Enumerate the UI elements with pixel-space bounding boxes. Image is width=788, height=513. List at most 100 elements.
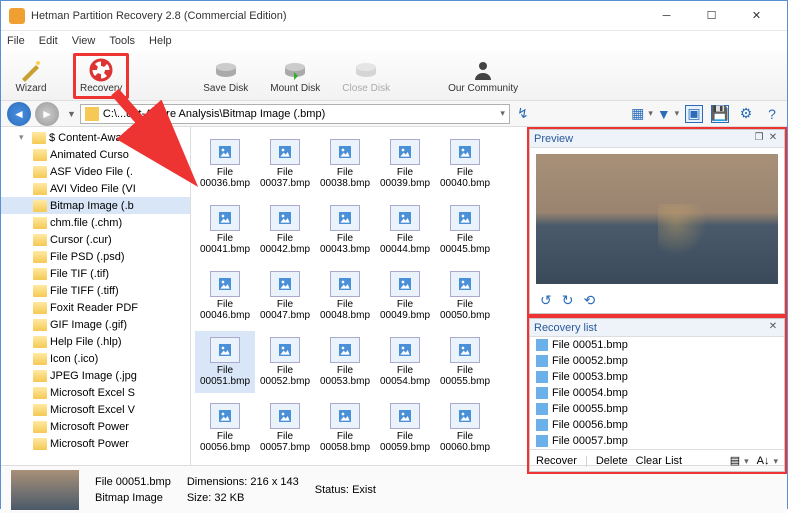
tree-root[interactable]: ▾$ Content-Aware A...: [1, 129, 190, 146]
tree-item[interactable]: Microsoft Excel S: [1, 384, 190, 401]
file-item[interactable]: File00048.bmp: [315, 265, 375, 327]
status-dimensions: 216 x 143: [250, 476, 298, 488]
recovery-list-item[interactable]: File 00052.bmp: [530, 353, 784, 369]
address-input[interactable]: C:\...ent-Aware Analysis\Bitmap Image (.…: [80, 104, 510, 124]
tree-item[interactable]: Bitmap Image (.b: [1, 197, 190, 214]
popout-icon[interactable]: ❐: [752, 132, 766, 146]
refresh-button[interactable]: ↯: [514, 105, 532, 123]
file-item[interactable]: File00052.bmp: [255, 331, 315, 393]
community-button[interactable]: Our Community: [448, 58, 518, 94]
close-recovery-list-icon[interactable]: ✕: [766, 321, 780, 335]
close-disk-button[interactable]: Close Disk: [342, 58, 390, 94]
tree-item[interactable]: GIF Image (.gif): [1, 316, 190, 333]
file-item[interactable]: File00060.bmp: [435, 397, 495, 459]
mount-disk-button[interactable]: Mount Disk: [270, 58, 320, 94]
file-item[interactable]: File00059.bmp: [375, 397, 435, 459]
file-icon: [536, 355, 548, 367]
view-options-button[interactable]: ▦▾: [633, 105, 651, 123]
menu-tools[interactable]: Tools: [109, 35, 135, 47]
tree-item[interactable]: Microsoft Power: [1, 418, 190, 435]
file-item[interactable]: File00044.bmp: [375, 199, 435, 261]
file-item[interactable]: File00053.bmp: [315, 331, 375, 393]
menu-view[interactable]: View: [72, 35, 96, 47]
recovery-list-item[interactable]: File 00056.bmp: [530, 417, 784, 433]
file-label: File00058.bmp: [320, 431, 370, 453]
clear-list-button[interactable]: Clear List: [636, 455, 682, 467]
rotate-left-button[interactable]: ↺: [540, 292, 552, 309]
filter-button[interactable]: ▼▾: [659, 105, 677, 123]
folder-icon: [85, 107, 99, 121]
tree-item[interactable]: Animated Curso: [1, 146, 190, 163]
tree-item[interactable]: Cursor (.cur): [1, 231, 190, 248]
tree-item[interactable]: Icon (.ico): [1, 350, 190, 367]
recover-button[interactable]: Recover: [536, 455, 577, 467]
save-disk-button[interactable]: Save Disk: [203, 58, 248, 94]
recovery-list-item[interactable]: File 00055.bmp: [530, 401, 784, 417]
folder-tree[interactable]: ▾$ Content-Aware A...Animated CursoASF V…: [1, 127, 191, 465]
file-item[interactable]: File00062.bmp: [255, 463, 315, 465]
file-item[interactable]: File00058.bmp: [315, 397, 375, 459]
file-item[interactable]: File00043.bmp: [315, 199, 375, 261]
file-grid[interactable]: File00036.bmpFile00037.bmpFile00038.bmpF…: [191, 127, 527, 465]
help-button[interactable]: ?: [763, 105, 781, 123]
close-preview-icon[interactable]: ✕: [766, 132, 780, 146]
tree-item[interactable]: File PSD (.psd): [1, 248, 190, 265]
file-item[interactable]: File00038.bmp: [315, 133, 375, 195]
file-item[interactable]: File00050.bmp: [435, 265, 495, 327]
file-item[interactable]: File00040.bmp: [435, 133, 495, 195]
tree-item[interactable]: ASF Video File (.: [1, 163, 190, 180]
chevron-down-icon[interactable]: ▾: [500, 108, 505, 119]
tree-item[interactable]: AVI Video File (VI: [1, 180, 190, 197]
options-button[interactable]: ⚙: [737, 105, 755, 123]
recovery-list-item[interactable]: File 00054.bmp: [530, 385, 784, 401]
tree-item[interactable]: File TIF (.tif): [1, 265, 190, 282]
rotate-right-button[interactable]: ↻: [562, 292, 574, 309]
recovery-list-item[interactable]: File 00053.bmp: [530, 369, 784, 385]
reset-rotation-button[interactable]: ⟲: [583, 292, 595, 309]
file-item[interactable]: File00057.bmp: [255, 397, 315, 459]
file-item[interactable]: File00037.bmp: [255, 133, 315, 195]
tree-item[interactable]: File TIFF (.tiff): [1, 282, 190, 299]
file-item[interactable]: File00061.bmp: [195, 463, 255, 465]
save-layout-button[interactable]: 💾: [711, 105, 729, 123]
wizard-button[interactable]: Wizard: [11, 58, 51, 94]
delete-button[interactable]: Delete: [596, 455, 628, 467]
file-item[interactable]: File00056.bmp: [195, 397, 255, 459]
minimize-button[interactable]: ─: [644, 2, 689, 30]
nav-back-button[interactable]: ◄: [7, 102, 31, 126]
file-item[interactable]: File00047.bmp: [255, 265, 315, 327]
file-item[interactable]: File00041.bmp: [195, 199, 255, 261]
recovery-list[interactable]: File 00051.bmpFile 00052.bmpFile 00053.b…: [530, 337, 784, 449]
file-item[interactable]: File00039.bmp: [375, 133, 435, 195]
file-item[interactable]: File00045.bmp: [435, 199, 495, 261]
tree-item[interactable]: Foxit Reader PDF: [1, 299, 190, 316]
tree-item[interactable]: Microsoft Excel V: [1, 401, 190, 418]
recovery-list-item[interactable]: File 00051.bmp: [530, 337, 784, 353]
tree-item[interactable]: Help File (.hlp): [1, 333, 190, 350]
folder-icon: [33, 200, 47, 212]
maximize-button[interactable]: ☐: [689, 2, 734, 30]
nav-forward-button[interactable]: ►: [35, 102, 59, 126]
file-item[interactable]: File00055.bmp: [435, 331, 495, 393]
sort-button[interactable]: A↓▾: [757, 455, 778, 467]
file-item[interactable]: File00042.bmp: [255, 199, 315, 261]
tree-item[interactable]: JPEG Image (.jpg: [1, 367, 190, 384]
recovery-button[interactable]: Recovery: [73, 53, 129, 99]
menu-file[interactable]: File: [7, 35, 25, 47]
close-button[interactable]: ✕: [734, 2, 779, 30]
menu-help[interactable]: Help: [149, 35, 172, 47]
tree-item[interactable]: Microsoft Power: [1, 435, 190, 452]
file-item[interactable]: File00054.bmp: [375, 331, 435, 393]
file-item[interactable]: File00049.bmp: [375, 265, 435, 327]
menu-bar: File Edit View Tools Help: [1, 31, 787, 51]
nav-history-dropdown[interactable]: ▼: [67, 109, 76, 119]
file-item[interactable]: File00046.bmp: [195, 265, 255, 327]
menu-edit[interactable]: Edit: [39, 35, 58, 47]
preview-toggle-button[interactable]: ▣: [685, 105, 703, 123]
tree-item[interactable]: chm.file (.chm): [1, 214, 190, 231]
recovery-list-item[interactable]: File 00057.bmp: [530, 433, 784, 449]
file-item[interactable]: File00063.bmp: [315, 463, 375, 465]
file-item[interactable]: File00036.bmp: [195, 133, 255, 195]
file-item[interactable]: File00051.bmp: [195, 331, 255, 393]
list-view-button[interactable]: ▤▾: [730, 454, 749, 467]
